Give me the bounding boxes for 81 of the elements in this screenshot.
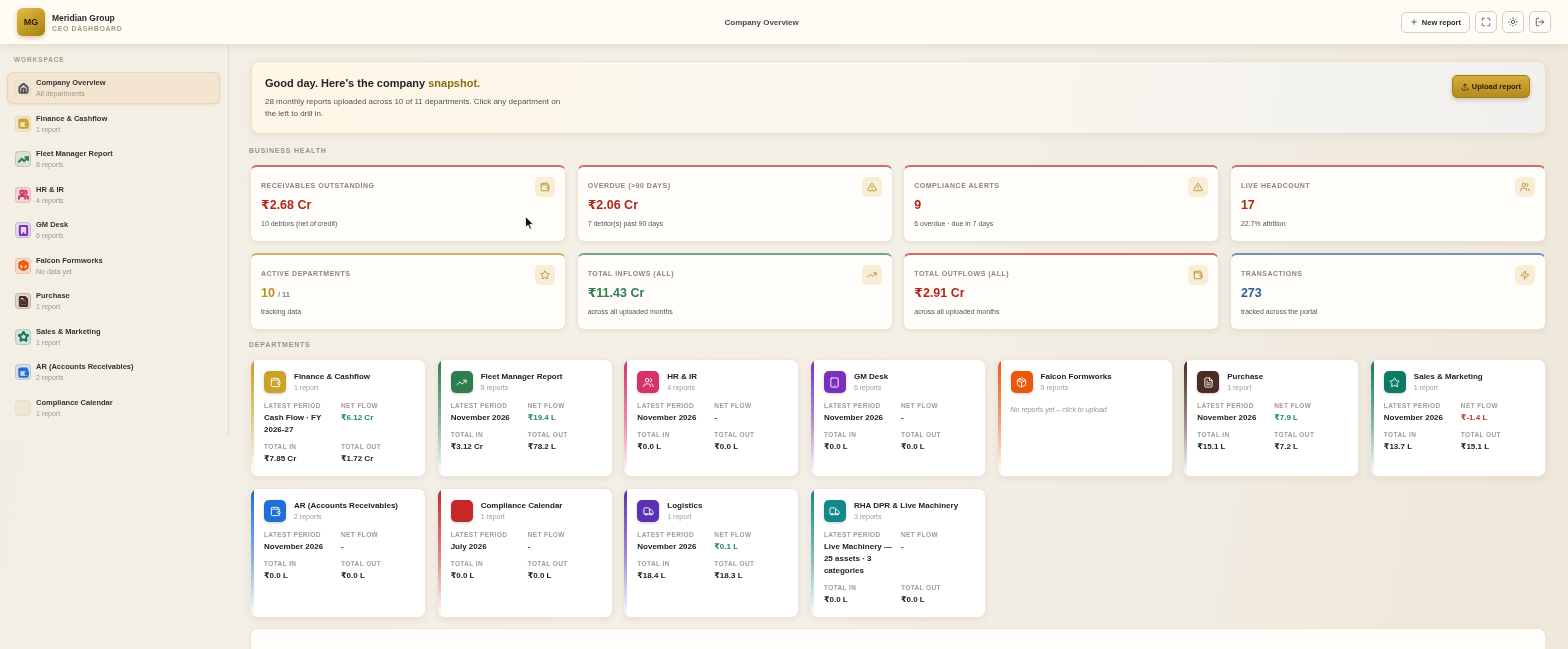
department-name: RHA DPR & Live Machinery bbox=[853, 501, 959, 511]
stat-value: ₹7.9 L bbox=[1274, 412, 1299, 424]
department-name: Fleet Manager Report bbox=[480, 372, 563, 382]
stat-value: ₹3.12 Cr bbox=[450, 441, 484, 453]
banner-title: Good day. Here's the company snapshot. bbox=[265, 77, 481, 90]
stat-value: ₹0.0 L bbox=[450, 570, 476, 582]
users-icon bbox=[1515, 177, 1535, 197]
home-icon bbox=[15, 80, 31, 96]
department-name: Sales & Marketing bbox=[1413, 372, 1483, 382]
lightning-icon bbox=[1515, 265, 1535, 285]
stat-value: - bbox=[341, 541, 345, 553]
department-name: Logistics bbox=[667, 501, 703, 511]
stat-value: ₹0.0 L bbox=[714, 441, 740, 453]
stat-value: ₹1.72 Cr bbox=[341, 453, 375, 465]
stat-value: ₹7.85 Cr bbox=[264, 453, 298, 465]
brand-logo: MG bbox=[17, 8, 45, 36]
kpi-value: 273 bbox=[1240, 285, 1262, 301]
kpi-value: ₹2.68 Cr bbox=[261, 197, 312, 213]
fullscreen-button[interactable] bbox=[1475, 11, 1497, 33]
stat-value: ₹13.7 L bbox=[1383, 441, 1414, 453]
stat-value: ₹6.12 Cr bbox=[341, 412, 375, 424]
stat-value: - bbox=[900, 541, 905, 553]
banner-text: 28 monthly reports uploaded across 10 of 11 departments. Click any department on the left to drill in. bbox=[265, 96, 561, 120]
fullscreen-icon bbox=[1481, 17, 1491, 27]
department-name: Compliance Calendar bbox=[480, 501, 563, 511]
stat-value: ₹-1.4 L bbox=[1460, 412, 1489, 424]
stat-value: November 2026 bbox=[1383, 412, 1444, 424]
stat-value: ₹0.0 L bbox=[341, 570, 366, 582]
stat-value: ₹15.1 L bbox=[1197, 441, 1227, 453]
stat-value: ₹0.0 L bbox=[264, 570, 289, 582]
department-name: Purchase bbox=[1227, 372, 1264, 382]
tile-icon bbox=[15, 399, 31, 416]
stat-value: November 2026 bbox=[264, 541, 325, 553]
stat-value: July 2026 bbox=[450, 541, 488, 553]
kpi-value: ₹2.91 Cr bbox=[914, 285, 965, 301]
stat-value: - bbox=[900, 412, 905, 424]
kpi-value: ₹2.06 Cr bbox=[587, 197, 638, 213]
plus-icon bbox=[1409, 18, 1418, 26]
stat-value: - bbox=[714, 412, 718, 424]
stat-value: Cash Flow · FY 2026-27 bbox=[264, 412, 323, 436]
stat-value: November 2026 bbox=[637, 541, 698, 553]
logout-button[interactable] bbox=[1529, 11, 1551, 33]
theme-toggle-button[interactable] bbox=[1502, 11, 1524, 33]
stat-value: November 2026 bbox=[1197, 412, 1258, 424]
kpi-value: ₹11.43 Cr bbox=[587, 285, 645, 301]
stat-value: November 2026 bbox=[450, 412, 511, 424]
brand-name: Meridian Group bbox=[52, 12, 115, 23]
stat-value: ₹78.2 L bbox=[527, 441, 557, 453]
stat-value: ₹0.0 L bbox=[823, 594, 849, 606]
department-name: GM Desk bbox=[853, 372, 889, 382]
stat-value: November 2026 bbox=[637, 412, 698, 424]
warning-icon bbox=[861, 177, 882, 197]
page-title: Company Overview bbox=[724, 17, 799, 27]
stat-value: ₹0.0 L bbox=[900, 441, 926, 453]
stat-value: - bbox=[527, 541, 532, 553]
stat-value: ₹0.1 L bbox=[714, 541, 740, 553]
stat-value: ₹7.2 L bbox=[1274, 441, 1299, 453]
department-name: HR & IR bbox=[667, 372, 698, 382]
stat-value: ₹0.0 L bbox=[823, 441, 849, 453]
stat-value: ₹0.0 L bbox=[900, 594, 926, 606]
stat-value: ₹0.0 L bbox=[527, 570, 553, 582]
stat-value: ₹18.4 L bbox=[637, 570, 667, 582]
stat-value: November 2026 bbox=[823, 412, 885, 424]
department-name: Falcon Formworks bbox=[1040, 372, 1112, 382]
kpi-value: 10 bbox=[261, 285, 275, 301]
kpi-value: 9 bbox=[914, 197, 922, 213]
warning-icon bbox=[1188, 177, 1209, 197]
stat-value: Live Machinery — 25 assets · 3 categories bbox=[823, 541, 893, 577]
stat-value: ₹0.0 L bbox=[637, 441, 663, 453]
wallet-icon bbox=[535, 177, 556, 197]
kpi-value: 17 bbox=[1240, 197, 1255, 213]
pointer-cursor-icon bbox=[525, 216, 534, 230]
stat-value: ₹18.3 L bbox=[714, 570, 744, 582]
stat-value: ₹19.4 L bbox=[527, 412, 557, 424]
upload-icon bbox=[1460, 82, 1469, 91]
department-name: Finance & Cashflow bbox=[294, 372, 370, 382]
department-name: AR (Accounts Receivables) bbox=[294, 501, 399, 511]
wallet-icon bbox=[1188, 265, 1209, 285]
stat-value: ₹15.1 L bbox=[1460, 441, 1491, 453]
sun-icon bbox=[1508, 17, 1518, 27]
logout-icon bbox=[1535, 17, 1545, 27]
